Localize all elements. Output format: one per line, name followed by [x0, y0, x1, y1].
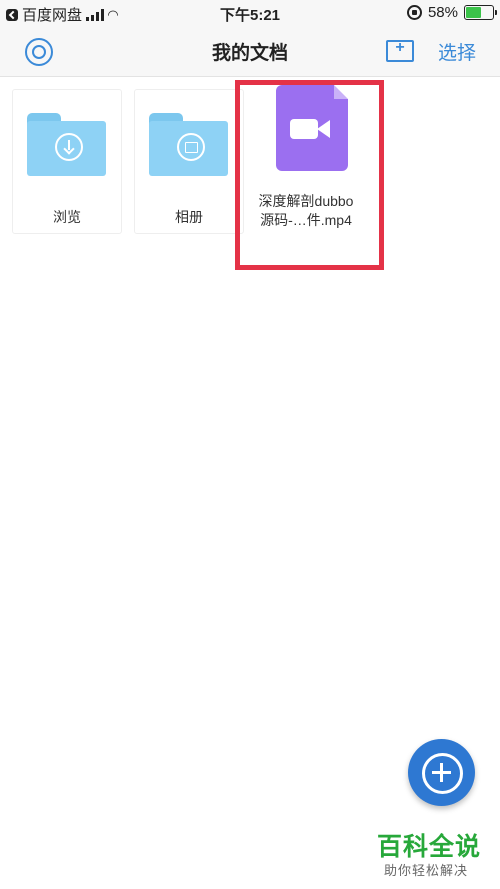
watermark-title: 百科全说 [377, 833, 482, 861]
battery-percent: 58% [427, 4, 458, 21]
highlight-annotation [235, 80, 384, 270]
orientation-lock-icon [406, 5, 422, 20]
folder-label: 浏览 [53, 209, 81, 225]
status-bar: 百度网盘 ◠ 下午5:21 58% [0, 0, 500, 26]
status-right: 58% [406, 4, 497, 21]
folder-icon [27, 113, 106, 176]
folder-tile-browse[interactable]: 浏览 [12, 89, 122, 234]
select-button[interactable]: 选择 [438, 38, 476, 65]
battery-icon [464, 5, 497, 20]
nav-bar: 我的文档 选择 [0, 26, 500, 77]
folder-tile-album[interactable]: 相册 [134, 89, 244, 234]
battery-fill [466, 7, 482, 18]
download-icon [55, 133, 83, 161]
new-folder-icon[interactable] [386, 39, 414, 62]
add-button[interactable] [408, 739, 475, 806]
image-icon [177, 133, 205, 161]
file-grid: 浏览 相册 深度解剖dubbo 源码-…件.mp4 百科全说 助你轻松解决 [0, 77, 500, 889]
folder-icon [149, 113, 228, 176]
folder-label: 相册 [175, 209, 203, 225]
page-title: 我的文档 [211, 43, 288, 64]
watermark-subtitle: 助你轻松解决 [384, 863, 469, 878]
